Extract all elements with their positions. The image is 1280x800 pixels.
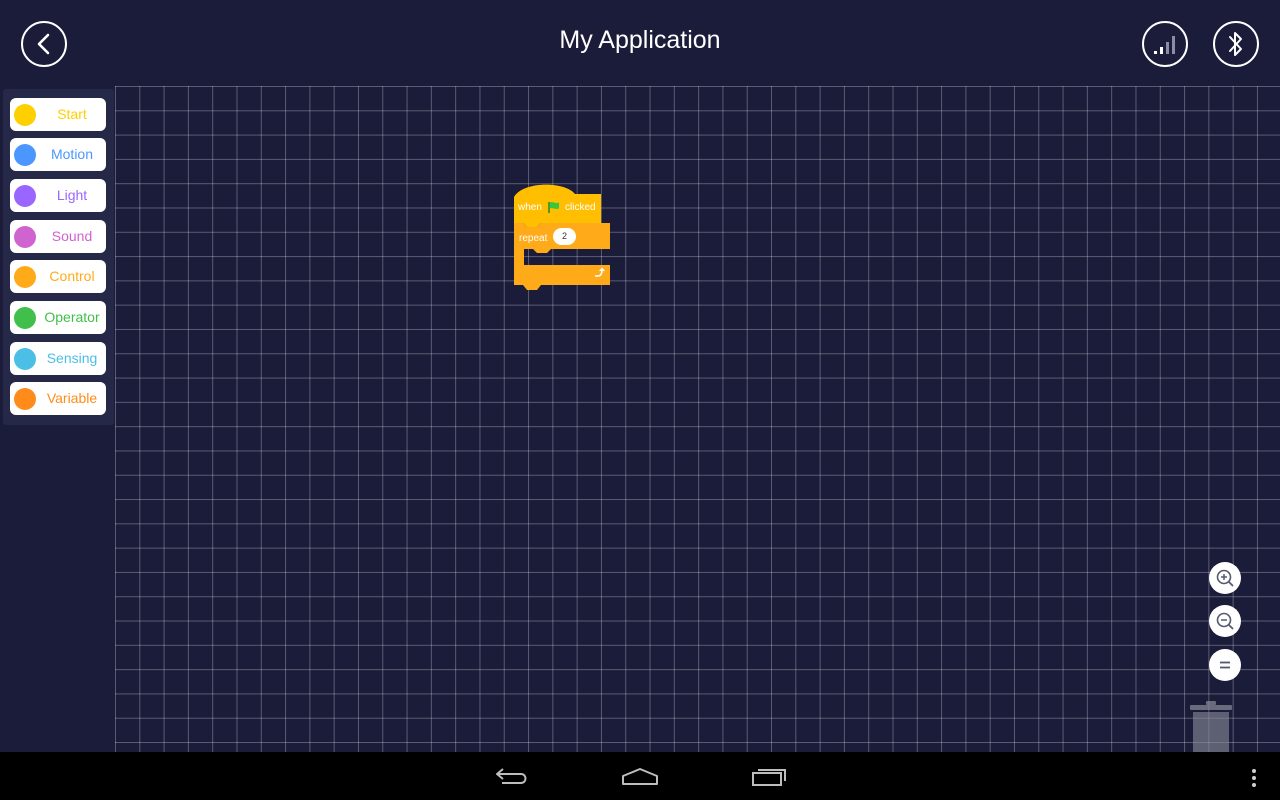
zoom-in-button[interactable] [1209, 562, 1241, 594]
category-dot [14, 144, 36, 166]
zoom-reset-button[interactable] [1209, 649, 1241, 681]
nav-back-button[interactable] [494, 762, 530, 790]
category-label: Motion [50, 146, 94, 162]
category-dot [14, 185, 36, 207]
app-root: My Application Start Motion Light Sound … [0, 0, 1280, 800]
category-sensing[interactable]: Sensing [10, 342, 106, 375]
category-dot [14, 348, 36, 370]
category-operator[interactable]: Operator [10, 301, 106, 334]
bluetooth-icon [1229, 32, 1242, 56]
category-start[interactable]: Start [10, 98, 106, 131]
repeat-label: repeat [519, 233, 548, 244]
page-title: My Application [559, 26, 721, 54]
nav-recents-button[interactable] [750, 762, 788, 790]
system-nav-bar [0, 752, 1280, 800]
nav-home-button[interactable] [620, 762, 660, 790]
more-vertical-icon [1252, 769, 1256, 787]
category-control[interactable]: Control [10, 260, 106, 293]
category-motion[interactable]: Motion [10, 138, 106, 171]
recent-apps-icon [752, 769, 786, 786]
category-sound[interactable]: Sound [10, 220, 106, 253]
category-dot [14, 226, 36, 248]
category-label: Sound [51, 228, 93, 244]
connection-signal-button[interactable] [1142, 21, 1188, 67]
category-dot [14, 307, 36, 329]
overflow-menu-button[interactable] [1246, 768, 1262, 788]
zoom-out-button[interactable] [1209, 605, 1241, 637]
category-label: Light [56, 187, 88, 203]
category-label: Control [49, 268, 95, 284]
bluetooth-button[interactable] [1213, 21, 1259, 67]
trash-icon [1190, 701, 1232, 752]
zoom-in-icon [1216, 569, 1234, 587]
home-icon [622, 768, 658, 785]
trash-can[interactable] [1189, 700, 1234, 752]
category-variable[interactable]: Variable [10, 382, 106, 415]
repeat-block[interactable]: repeat 2 [513, 183, 613, 293]
script-stack: when clicked repeat 2 [513, 183, 613, 293]
category-label: Operator [44, 309, 100, 325]
category-dot [14, 104, 36, 126]
header-bar: My Application [0, 0, 1280, 86]
loop-arrow-icon [595, 267, 605, 277]
category-dot [14, 266, 36, 288]
category-dot [14, 388, 36, 410]
category-palette: Start Motion Light Sound Control Operato… [3, 89, 114, 425]
zoom-out-icon [1216, 612, 1234, 630]
back-arrow-icon [496, 768, 527, 784]
workspace-canvas[interactable] [115, 86, 1280, 752]
repeat-count-input[interactable]: 2 [553, 228, 576, 245]
category-label: Start [57, 106, 87, 122]
signal-strength-icon [1154, 36, 1175, 54]
category-label: Sensing [46, 350, 98, 366]
category-light[interactable]: Light [10, 179, 106, 212]
category-label: Variable [46, 390, 98, 406]
zoom-reset-icon [1220, 661, 1230, 669]
